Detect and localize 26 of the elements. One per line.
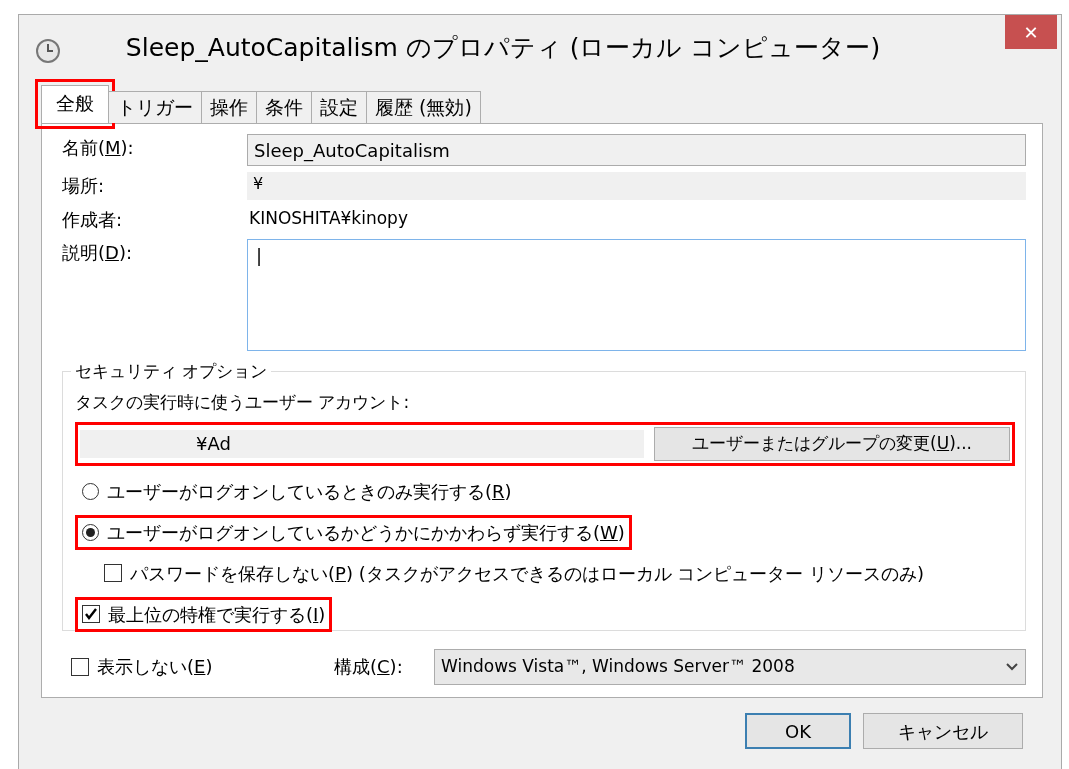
name-field[interactable]: Sleep_AutoCapitalism <box>247 134 1026 166</box>
change-user-button[interactable]: ユーザーまたはグループの変更(U)... <box>654 426 1010 461</box>
radio-option[interactable]: ユーザーがログオンしているかどうかにかかわらず実行する(W) <box>75 514 632 550</box>
field-label: 場所: <box>62 174 106 198</box>
checkbox-option[interactable]: パスワードを保存しない(P) (タスクがアクセスできるのはローカル コンピューター リソースのみ) <box>97 555 932 591</box>
window-title: Sleep_AutoCapitalism のプロパティ (ローカル コンピューター) <box>124 32 882 65</box>
field-label: 名前(M): <box>62 136 135 160</box>
radio-option[interactable]: ユーザーがログオンしているときのみ実行する(R) <box>75 473 519 509</box>
configure-dropdown[interactable]: Windows Vista™, Windows Server™ 2008 <box>434 648 1026 685</box>
description-field[interactable]: | <box>247 239 1026 351</box>
cancel-button[interactable]: キャンセル <box>863 713 1023 749</box>
checkbox-option[interactable]: 表示しない(E) <box>64 649 334 684</box>
close-button[interactable]: ✕ <box>1005 15 1057 49</box>
account-field: ¥Ad <box>80 429 644 458</box>
location-value: ¥ <box>247 172 1026 200</box>
checkbox-option[interactable]: 最上位の特権で実行する(I) <box>75 596 333 632</box>
chevron-down-icon <box>1005 661 1019 672</box>
configure-label: 構成(C): <box>334 655 404 679</box>
tab[interactable]: トリガー <box>108 91 202 123</box>
account-label: タスクの実行時に使うユーザー アカウント: <box>75 391 411 414</box>
ok-button[interactable]: OK <box>745 713 851 749</box>
field-label: 作成者: <box>62 208 124 232</box>
tab[interactable]: 履歴 (無効) <box>366 91 481 123</box>
checkmark-icon <box>84 607 98 621</box>
author-value: KINOSHITA¥kinopy <box>248 207 409 230</box>
field-label: 説明(D): <box>62 241 133 265</box>
